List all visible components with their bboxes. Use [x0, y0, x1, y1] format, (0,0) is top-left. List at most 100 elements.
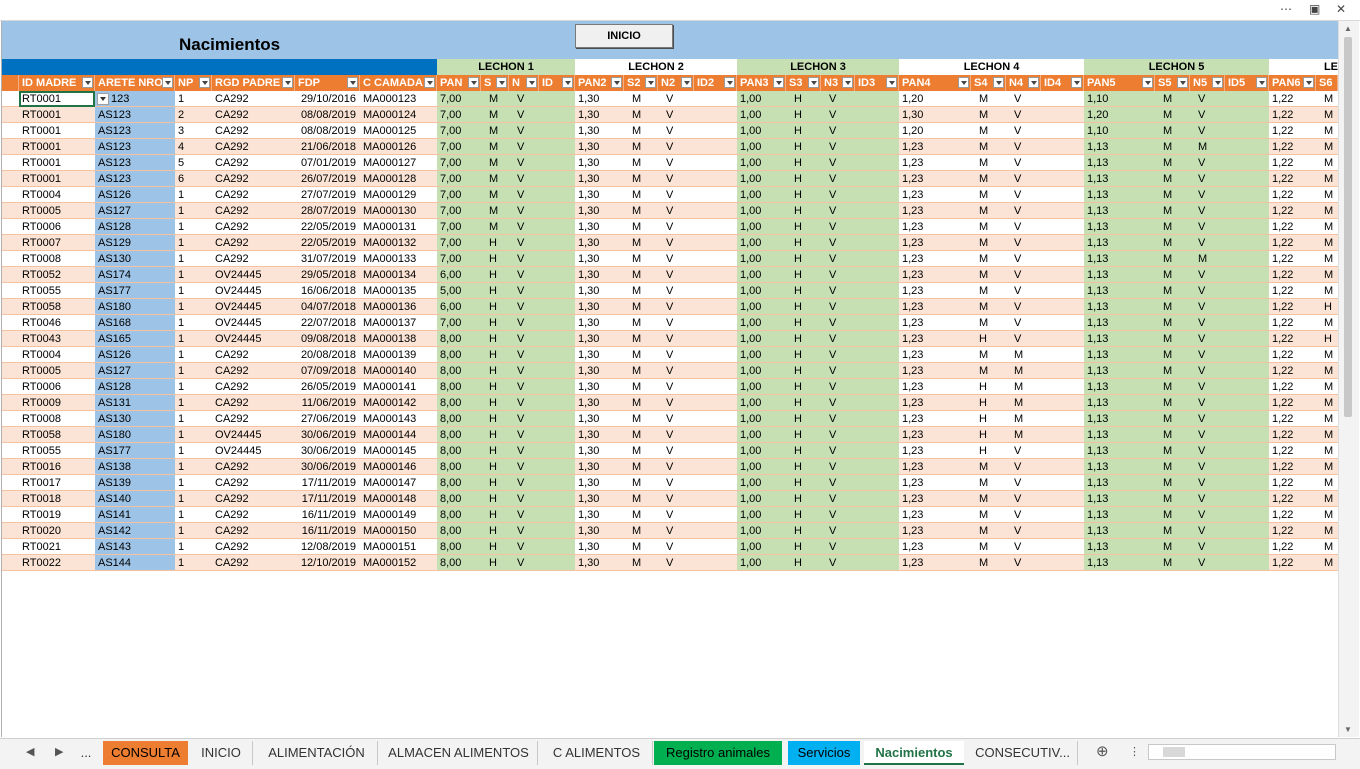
- cell-id[interactable]: [539, 363, 575, 379]
- cell-s2[interactable]: M: [624, 539, 658, 555]
- cell-n5[interactable]: V: [1190, 299, 1225, 315]
- filter-dropdown-icon[interactable]: [1071, 77, 1082, 88]
- cell-pan[interactable]: 8,00: [437, 379, 481, 395]
- cell-s4[interactable]: M: [971, 555, 1006, 571]
- cell-n[interactable]: V: [509, 203, 539, 219]
- cell-rgd-padre[interactable]: CA292: [212, 507, 295, 523]
- cell-id[interactable]: [539, 491, 575, 507]
- cell-n2[interactable]: V: [658, 491, 694, 507]
- filter-dropdown-icon[interactable]: [611, 77, 622, 88]
- cell-n3[interactable]: V: [821, 219, 855, 235]
- cell-id[interactable]: [539, 507, 575, 523]
- cell-s5[interactable]: M: [1155, 123, 1190, 139]
- cell-id3[interactable]: [855, 491, 899, 507]
- cell-n[interactable]: V: [509, 331, 539, 347]
- cell-s3[interactable]: H: [786, 203, 821, 219]
- cell-c-camada[interactable]: MA000141: [360, 379, 437, 395]
- filter-dropdown-icon[interactable]: [1028, 77, 1039, 88]
- cell-pan2[interactable]: 1,30: [575, 379, 624, 395]
- cell-n3[interactable]: V: [821, 283, 855, 299]
- cell-id2[interactable]: [694, 299, 737, 315]
- cell-pan5[interactable]: 1,13: [1084, 203, 1155, 219]
- cell-c-camada[interactable]: MA000136: [360, 299, 437, 315]
- cell-n3[interactable]: V: [821, 443, 855, 459]
- cell-c-camada[interactable]: MA000128: [360, 171, 437, 187]
- cell-n2[interactable]: V: [658, 91, 694, 107]
- cell-np[interactable]: 1: [175, 187, 212, 203]
- cell-pan[interactable]: 7,00: [437, 171, 481, 187]
- cell-pan5[interactable]: 1,13: [1084, 459, 1155, 475]
- cell-pan5[interactable]: 1,13: [1084, 235, 1155, 251]
- cell-c-camada[interactable]: MA000127: [360, 155, 437, 171]
- cell-arete-nro[interactable]: AS123: [95, 155, 175, 171]
- cell-n2[interactable]: V: [658, 523, 694, 539]
- cell-s2[interactable]: M: [624, 267, 658, 283]
- cell-pan4[interactable]: 1,23: [899, 203, 971, 219]
- cell-n5[interactable]: V: [1190, 363, 1225, 379]
- cell-pan4[interactable]: 1,23: [899, 155, 971, 171]
- cell-id3[interactable]: [855, 251, 899, 267]
- cell-n2[interactable]: V: [658, 203, 694, 219]
- cell-id2[interactable]: [694, 315, 737, 331]
- cell-pan2[interactable]: 1,30: [575, 475, 624, 491]
- cell-pan[interactable]: 7,00: [437, 219, 481, 235]
- cell-s6[interactable]: M: [1316, 491, 1338, 507]
- filter-dropdown-icon[interactable]: [886, 77, 897, 88]
- cell-id-madre[interactable]: RT0017: [19, 475, 95, 491]
- cell-fdp[interactable]: 22/05/2019: [295, 219, 360, 235]
- cell-c-camada[interactable]: MA000133: [360, 251, 437, 267]
- column-header-np[interactable]: NP: [175, 75, 212, 91]
- cell-s5[interactable]: M: [1155, 443, 1190, 459]
- cell-id[interactable]: [539, 411, 575, 427]
- cell-n[interactable]: V: [509, 155, 539, 171]
- cell-s3[interactable]: H: [786, 139, 821, 155]
- cell-pan3[interactable]: 1,00: [737, 123, 786, 139]
- more-tabs-button[interactable]: ...: [74, 741, 98, 765]
- cell-fdp[interactable]: 30/06/2019: [295, 427, 360, 443]
- cell-pan4[interactable]: 1,23: [899, 219, 971, 235]
- cell-s6[interactable]: M: [1316, 123, 1338, 139]
- cell-s6[interactable]: M: [1316, 219, 1338, 235]
- scroll-up-icon[interactable]: ▲: [1344, 24, 1352, 33]
- cell-s4[interactable]: M: [971, 491, 1006, 507]
- cell-pan[interactable]: 7,00: [437, 315, 481, 331]
- cell-np[interactable]: 1: [175, 331, 212, 347]
- cell-id-madre[interactable]: RT0005: [19, 203, 95, 219]
- cell-s[interactable]: H: [481, 427, 509, 443]
- cell-arete-nro[interactable]: AS165: [95, 331, 175, 347]
- cell-s3[interactable]: H: [786, 459, 821, 475]
- cell-fdp[interactable]: 21/06/2018: [295, 139, 360, 155]
- cell-s6[interactable]: M: [1316, 395, 1338, 411]
- cell-pan6[interactable]: 1,22: [1269, 91, 1316, 107]
- cell-pan5[interactable]: 1,13: [1084, 475, 1155, 491]
- cell-pan2[interactable]: 1,30: [575, 411, 624, 427]
- cell-n4[interactable]: M: [1006, 427, 1041, 443]
- cell-s6[interactable]: M: [1316, 411, 1338, 427]
- cell-c-camada[interactable]: MA000134: [360, 267, 437, 283]
- cell-id3[interactable]: [855, 475, 899, 491]
- cell-np[interactable]: 1: [175, 347, 212, 363]
- cell-fdp[interactable]: 29/10/2016: [295, 91, 360, 107]
- cell-s2[interactable]: M: [624, 475, 658, 491]
- cell-pan4[interactable]: 1,20: [899, 123, 971, 139]
- cell-id5[interactable]: [1225, 411, 1269, 427]
- cell-id5[interactable]: [1225, 315, 1269, 331]
- cell-n2[interactable]: V: [658, 459, 694, 475]
- cell-id4[interactable]: [1041, 491, 1084, 507]
- cell-n[interactable]: V: [509, 283, 539, 299]
- filter-dropdown-icon[interactable]: [808, 77, 819, 88]
- cell-pan2[interactable]: 1,30: [575, 347, 624, 363]
- cell-n4[interactable]: V: [1006, 107, 1041, 123]
- cell-pan5[interactable]: 1,10: [1084, 123, 1155, 139]
- cell-s[interactable]: H: [481, 507, 509, 523]
- cell-n4[interactable]: V: [1006, 523, 1041, 539]
- cell-pan6[interactable]: 1,22: [1269, 427, 1316, 443]
- cell-pan6[interactable]: 1,22: [1269, 139, 1316, 155]
- cell-pan6[interactable]: 1,22: [1269, 411, 1316, 427]
- cell-s5[interactable]: M: [1155, 363, 1190, 379]
- cell-n2[interactable]: V: [658, 139, 694, 155]
- cell-n3[interactable]: V: [821, 91, 855, 107]
- cell-c-camada[interactable]: MA000131: [360, 219, 437, 235]
- cell-id4[interactable]: [1041, 155, 1084, 171]
- cell-arete-nro[interactable]: AS180: [95, 427, 175, 443]
